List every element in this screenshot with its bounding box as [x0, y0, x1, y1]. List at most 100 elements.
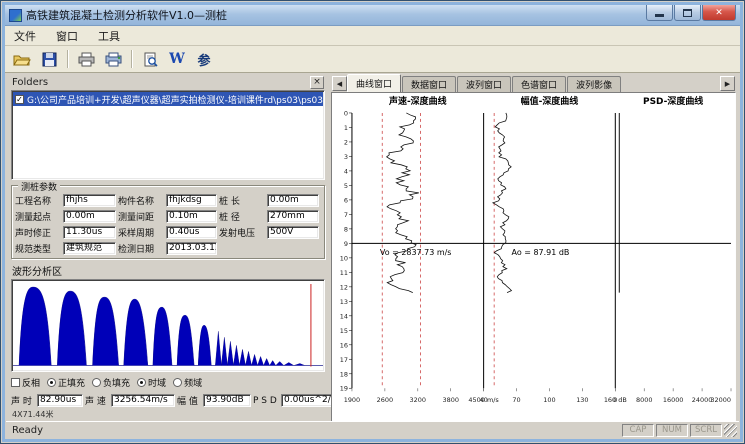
svg-text:100: 100	[543, 396, 555, 404]
scale-note: 4X71.44米	[11, 409, 325, 420]
file-listbox[interactable]: ✓ G:\公司产品培训+开发\超声仪器\超声实拍检测仪-培训课件rd\ps03\…	[11, 90, 325, 180]
window-controls: ✕	[646, 5, 736, 21]
param-field-interval[interactable]: 0.10m	[166, 210, 217, 223]
svg-text:15: 15	[340, 327, 348, 335]
amplitude-field[interactable]: 93.90dB	[203, 394, 251, 407]
toolbar: W 参	[5, 46, 740, 73]
svg-text:PSD-深度曲线: PSD-深度曲线	[643, 95, 703, 107]
param-label: 桩 长	[219, 194, 265, 207]
maximize-button[interactable]	[674, 5, 701, 21]
open-button[interactable]	[10, 48, 34, 70]
status-text: Ready	[8, 425, 620, 436]
printer-setup-icon	[105, 52, 122, 67]
menu-window[interactable]: 窗口	[53, 27, 81, 45]
readout-label: 幅 值	[177, 394, 201, 407]
tab-scroll-right-button[interactable]: ▶	[720, 76, 735, 91]
tab-data-window[interactable]: 数据窗口	[402, 76, 456, 92]
close-button[interactable]: ✕	[702, 5, 736, 21]
svg-text:13: 13	[340, 298, 348, 306]
minimize-icon	[655, 14, 664, 17]
title-bar[interactable]: 高铁建筑混凝土检测分析软件V1.0—测桩 ✕	[5, 5, 740, 26]
time-domain-radio[interactable]: 时域	[137, 376, 166, 389]
fill-negative-radio[interactable]: 负填充	[92, 376, 130, 389]
param-field-component-name[interactable]: fhjkdsg	[166, 194, 217, 207]
folders-header: Folders ×	[11, 75, 325, 90]
fill-positive-radio[interactable]: 正填充	[47, 376, 85, 389]
param-field-spec-type[interactable]: 建筑规范	[63, 242, 116, 255]
radio-icon	[92, 378, 101, 387]
param-field-diameter[interactable]: 270mm	[267, 210, 319, 223]
param-field-pile-length[interactable]: 0.00m	[267, 194, 319, 207]
word-icon: W	[169, 51, 185, 67]
print-preview-button[interactable]	[138, 48, 162, 70]
svg-text:幅值-深度曲线: 幅值-深度曲线	[521, 95, 579, 107]
svg-text:9: 9	[344, 240, 348, 248]
resize-grip[interactable]	[724, 424, 737, 437]
param-label: 采样周期	[118, 226, 164, 239]
status-bar: Ready CAP NUM SCRL	[6, 421, 739, 438]
save-floppy-icon	[42, 52, 57, 67]
svg-text:32000: 32000	[710, 396, 731, 404]
toolbar-separator	[67, 50, 68, 68]
print-setup-button[interactable]	[101, 48, 125, 70]
save-button[interactable]	[37, 48, 61, 70]
svg-text:3800: 3800	[442, 396, 458, 404]
param-field-project-name[interactable]: fhjhs	[63, 194, 116, 207]
freq-domain-radio[interactable]: 频域	[173, 376, 202, 389]
minimize-button[interactable]	[646, 5, 673, 21]
tab-wavetrain-image[interactable]: 波列影像	[567, 76, 621, 92]
tab-wavetrain-window[interactable]: 波列窗口	[457, 76, 511, 92]
item-path: G:\公司产品培训+开发\超声仪器\超声实拍检测仪-培训课件rd\ps03\ps…	[27, 93, 323, 106]
readout-label: P S D	[253, 396, 279, 406]
param-field-sample-period[interactable]: 0.40us	[166, 226, 217, 239]
parameter-button[interactable]: 参	[192, 48, 216, 70]
list-item[interactable]: ✓ G:\公司产品培训+开发\超声仪器\超声实拍检测仪-培训课件rd\ps03\…	[13, 92, 323, 106]
printer-icon	[78, 52, 95, 67]
sound-speed-field[interactable]: 3256.54m/s	[111, 394, 175, 407]
svg-text:7: 7	[344, 211, 348, 219]
depth-curves-chart[interactable]: 012345678910111213141516171819声速-深度曲线190…	[331, 92, 736, 423]
menu-file[interactable]: 文件	[11, 27, 39, 45]
item-checkbox[interactable]: ✓	[15, 95, 24, 104]
svg-text:19: 19	[340, 385, 348, 393]
param-label: 发射电压	[219, 226, 265, 239]
export-word-button[interactable]: W	[165, 48, 189, 70]
tab-curve-window[interactable]: 曲线窗口	[347, 74, 401, 92]
svg-text:4: 4	[344, 167, 348, 175]
tab-scroll-left-button[interactable]: ◀	[332, 76, 347, 91]
waveform-plot[interactable]	[11, 279, 325, 372]
pile-params-group: 测桩参数 工程名称 fhjhs 构件名称 fhjkdsg 桩 长 0.00m 测…	[11, 185, 325, 259]
param-field-test-date[interactable]: 2013.03.13	[166, 242, 217, 255]
svg-text:1900: 1900	[344, 396, 360, 404]
window-frame: 高铁建筑混凝土检测分析软件V1.0—测桩 ✕ 文件 窗口 工具	[2, 2, 743, 442]
folders-close-button[interactable]: ×	[310, 76, 324, 89]
depth-curves-svg: 012345678910111213141516171819声速-深度曲线190…	[332, 93, 735, 422]
param-field-voltage[interactable]: 500V	[267, 226, 319, 239]
svg-text:130: 130	[576, 396, 588, 404]
svg-text:40: 40	[480, 396, 488, 404]
tab-spectrum-window[interactable]: 色谱窗口	[512, 76, 566, 92]
client-area: Folders × ✓ G:\公司产品培训+开发\超声仪器\超声实拍检测仪-培训…	[9, 74, 736, 421]
svg-text:70: 70	[512, 396, 520, 404]
svg-text:0: 0	[613, 396, 617, 404]
param-field-start[interactable]: 0.00m	[63, 210, 116, 223]
waveform-trace	[13, 287, 323, 365]
param-label: 声时修正	[15, 226, 61, 239]
menu-tools[interactable]: 工具	[95, 27, 123, 45]
svg-text:24000: 24000	[692, 396, 713, 404]
svg-text:6: 6	[344, 196, 348, 204]
folders-title: Folders	[12, 77, 310, 88]
radio-selected-icon	[47, 378, 56, 387]
svg-text:14: 14	[340, 312, 348, 320]
param-field-time-correction[interactable]: 11.30us	[63, 226, 116, 239]
sound-time-field[interactable]: 82.90us	[37, 394, 83, 407]
invert-checkbox[interactable]: 反相	[11, 376, 40, 389]
print-button[interactable]	[74, 48, 98, 70]
svg-text:8000: 8000	[636, 396, 652, 404]
pile-params-title: 测桩参数	[18, 180, 60, 193]
param-label: 工程名称	[15, 194, 61, 207]
maximize-icon	[683, 9, 692, 17]
param-label: 规范类型	[15, 242, 61, 255]
svg-text:17: 17	[340, 356, 348, 364]
param-label: 桩 径	[219, 210, 265, 223]
